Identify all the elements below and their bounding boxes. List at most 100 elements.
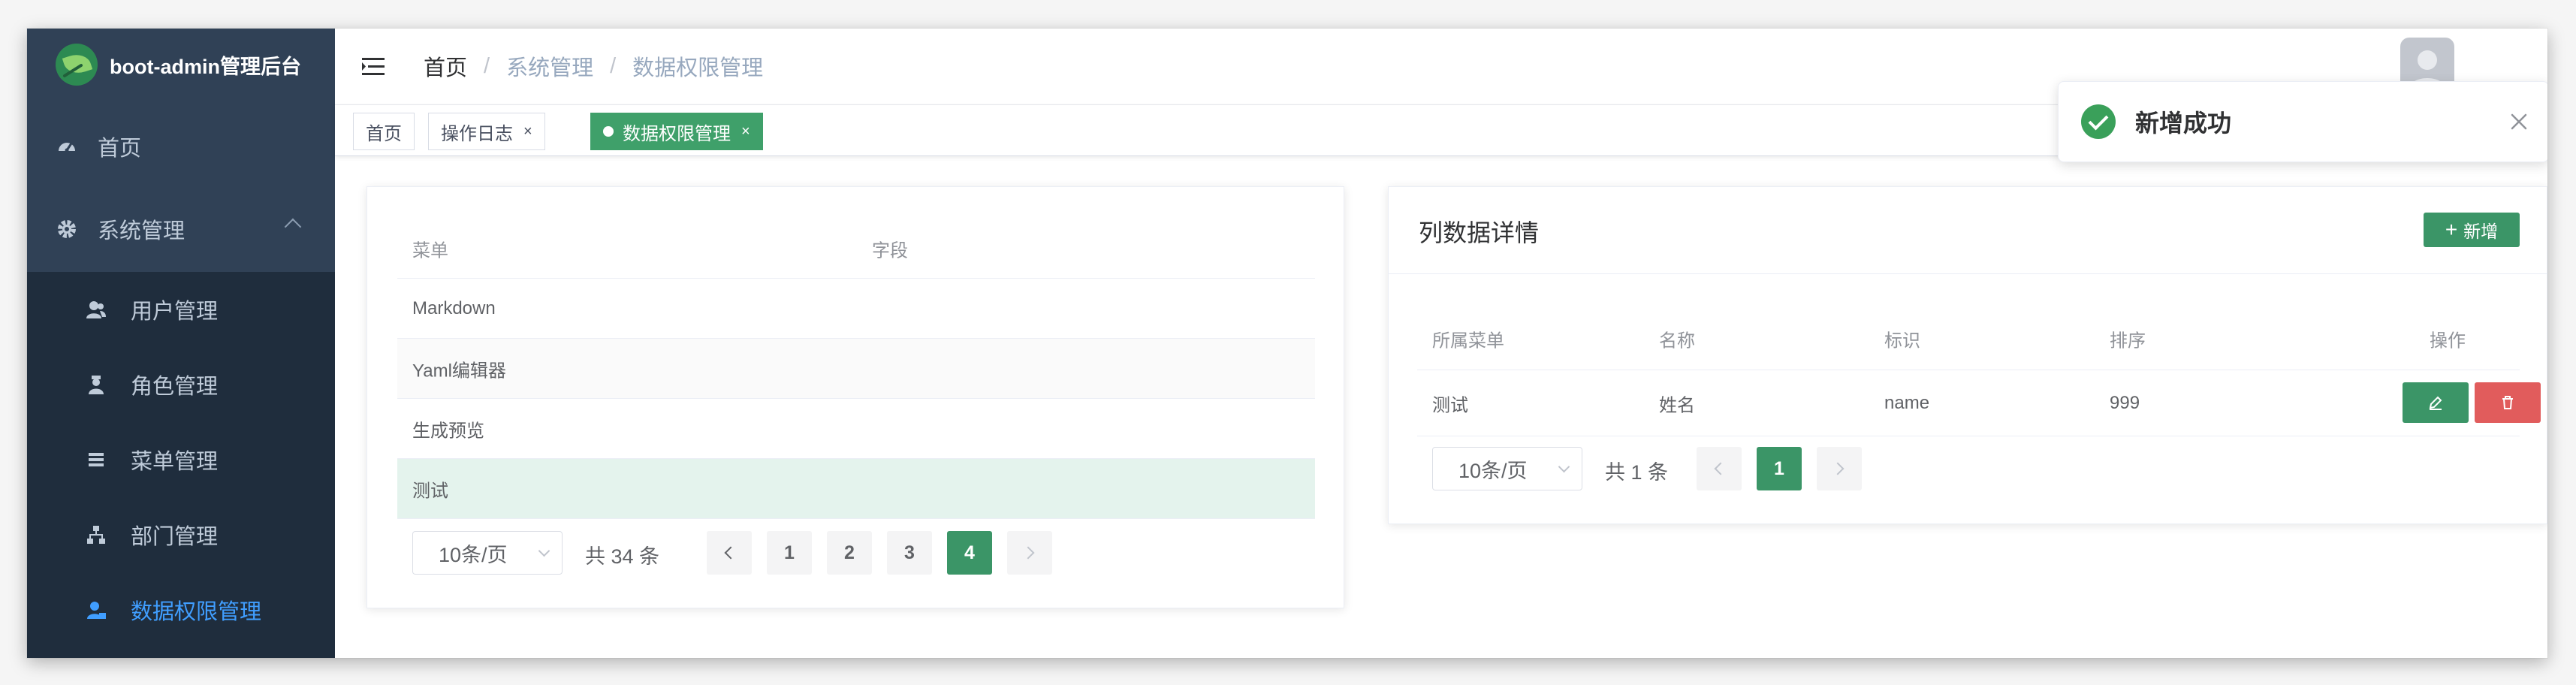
user-icon <box>86 299 107 320</box>
tag-operation-log[interactable]: 操作日志 × <box>428 113 545 150</box>
delete-button[interactable] <box>2475 382 2541 423</box>
column-header-field: 字段 <box>872 240 908 261</box>
dashboard-icon <box>56 135 78 158</box>
chevron-right-icon <box>1831 462 1845 475</box>
toast-message: 新增成功 <box>2135 110 2232 137</box>
cell-menu: 测试 <box>1432 395 1468 415</box>
pagination-next-button[interactable] <box>1007 531 1052 575</box>
pagination: 10条/页 共 34 条 1 2 3 4 <box>412 531 1088 575</box>
close-icon[interactable]: × <box>523 123 532 140</box>
sidebar-item-label: 首页 <box>98 137 142 161</box>
breadcrumb-separator: / <box>484 53 490 78</box>
menu-field-card: 菜单 字段 Markdown Yaml编辑器 生成预览 测试 10条/页 共 3… <box>366 186 1344 608</box>
success-toast: 新增成功 <box>2058 81 2547 162</box>
sidebar-item-departments[interactable]: 部门管理 <box>27 497 335 572</box>
pagination-prev-button[interactable] <box>1697 447 1742 490</box>
close-icon[interactable] <box>2509 112 2529 131</box>
column-header-name: 名称 <box>1659 330 1695 351</box>
gear-icon <box>56 218 78 240</box>
pagination-page-button[interactable]: 3 <box>887 531 932 575</box>
app-window: boot-admin管理后台 首页 系统管理 用户管理 角色管理 菜单管理 部门… <box>27 29 2547 658</box>
pagination-next-button[interactable] <box>1817 447 1862 490</box>
page-size-select[interactable]: 10条/页 <box>1432 447 1582 490</box>
pagination-page-button-active[interactable]: 4 <box>947 531 992 575</box>
chevron-left-icon <box>1714 462 1727 475</box>
role-icon <box>86 374 107 395</box>
tag-data-permissions[interactable]: 数据权限管理 × <box>590 113 763 150</box>
hamburger-icon[interactable] <box>360 54 386 80</box>
card-title: 列数据详情 <box>1419 219 1540 246</box>
tag-label: 数据权限管理 <box>623 123 731 144</box>
sidebar-item-label: 角色管理 <box>131 375 219 399</box>
user-lock-icon <box>86 599 107 620</box>
breadcrumb-item-system: 系统管理 <box>506 56 594 80</box>
pagination-page-button-active[interactable]: 1 <box>1757 447 1802 490</box>
sidebar-submenu: 用户管理 角色管理 菜单管理 部门管理 数据权限管理 <box>27 272 335 658</box>
column-header-menu: 所属菜单 <box>1432 330 1504 351</box>
trash-icon <box>2502 396 2513 409</box>
sidebar-item-roles[interactable]: 角色管理 <box>27 347 335 422</box>
table-row[interactable]: 生成预览 <box>397 399 1315 459</box>
cell-menu: Yaml编辑器 <box>412 361 506 381</box>
cell-menu: Markdown <box>412 297 496 318</box>
cell-name: 姓名 <box>1659 395 1695 415</box>
add-button[interactable]: + 新增 <box>2424 213 2520 247</box>
app-title: boot-admin管理后台 <box>110 55 301 78</box>
cell-menu: 生成预览 <box>412 421 484 441</box>
tag-label: 首页 <box>366 123 402 144</box>
sidebar-item-home[interactable]: 首页 <box>27 105 335 188</box>
breadcrumb-item-home[interactable]: 首页 <box>424 50 467 82</box>
sidebar-item-system[interactable]: 系统管理 <box>27 188 335 270</box>
page-size-select[interactable]: 10条/页 <box>412 531 563 575</box>
chevron-down-icon <box>1558 460 1570 473</box>
cell-key: name <box>1884 392 1930 413</box>
pagination: 10条/页 共 1 条 1 <box>1432 447 1883 490</box>
list-icon <box>86 449 107 470</box>
active-dot-icon <box>603 126 614 137</box>
card-header: 列数据详情 + 新增 <box>1389 187 2547 274</box>
sidebar-item-data-permissions[interactable]: 数据权限管理 <box>27 572 335 647</box>
pagination-page-button[interactable]: 1 <box>767 531 812 575</box>
table-row[interactable]: Markdown <box>397 279 1315 339</box>
column-header-menu: 菜单 <box>412 240 448 261</box>
breadcrumb: 首页 / 系统管理 / 数据权限管理 <box>424 51 763 81</box>
sidebar-item-label: 部门管理 <box>131 525 219 549</box>
breadcrumb-separator: / <box>610 53 617 78</box>
column-detail-card: 列数据详情 + 新增 所属菜单 名称 标识 排序 操作 测试 姓名 name 9… <box>1388 186 2547 524</box>
success-check-icon <box>2081 104 2116 139</box>
pagination-page-button[interactable]: 2 <box>827 531 872 575</box>
column-header-key: 标识 <box>1884 330 1920 351</box>
sidebar-item-menus[interactable]: 菜单管理 <box>27 422 335 497</box>
tag-home[interactable]: 首页 <box>353 113 415 150</box>
sidebar-item-label: 系统管理 <box>98 219 186 243</box>
table-row-selected[interactable]: 测试 <box>397 459 1315 519</box>
column-header-actions: 操作 <box>2430 330 2466 351</box>
chevron-left-icon <box>724 546 738 560</box>
table-header: 所属菜单 名称 标识 排序 操作 <box>1417 307 2520 370</box>
tag-label: 操作日志 <box>441 123 513 144</box>
pagination-prev-button[interactable] <box>707 531 752 575</box>
column-header-sort: 排序 <box>2110 330 2146 351</box>
close-icon[interactable]: × <box>741 123 750 140</box>
add-button-label: 新增 <box>2463 222 2499 241</box>
tree-icon <box>86 524 107 545</box>
edit-icon <box>2429 396 2442 410</box>
page-size-value: 10条/页 <box>1458 459 1528 482</box>
app-logo <box>56 44 98 86</box>
sidebar-item-label: 用户管理 <box>131 300 219 324</box>
cell-menu: 测试 <box>412 481 448 501</box>
table-row[interactable]: Yaml编辑器 <box>397 339 1315 399</box>
pagination-total: 共 34 条 <box>585 545 660 568</box>
sidebar: boot-admin管理后台 首页 系统管理 用户管理 角色管理 菜单管理 部门… <box>27 29 335 658</box>
edit-button[interactable] <box>2403 382 2469 423</box>
pagination-total: 共 1 条 <box>1605 461 1669 484</box>
chevron-up-icon <box>284 218 302 236</box>
table-row: 测试 姓名 name 999 <box>1417 370 2541 436</box>
table-header: 菜单 字段 <box>397 219 1315 279</box>
sidebar-item-label: 数据权限管理 <box>131 600 262 624</box>
page-size-value: 10条/页 <box>439 543 508 566</box>
chevron-right-icon <box>1021 546 1035 560</box>
sidebar-brand[interactable]: boot-admin管理后台 <box>27 29 335 101</box>
chevron-down-icon <box>538 545 550 557</box>
sidebar-item-users[interactable]: 用户管理 <box>27 272 335 347</box>
